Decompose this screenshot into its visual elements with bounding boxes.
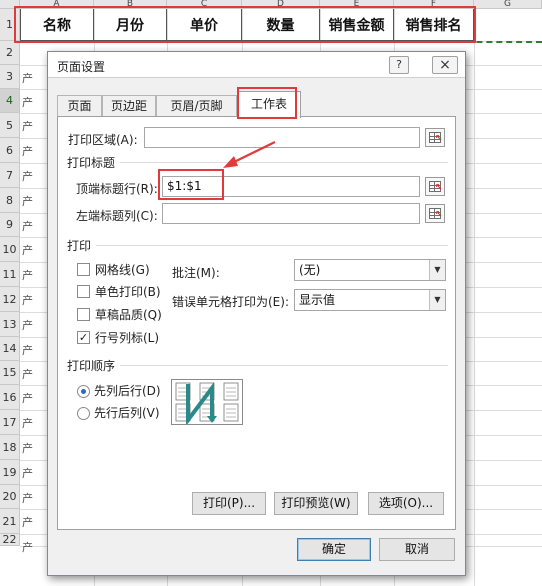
row-header-9[interactable]: 9 [0,213,20,237]
row-header-17[interactable]: 17 [0,410,20,435]
close-button[interactable]: × [432,56,458,74]
row-col-headings-label: 行号列标(L) [95,331,160,345]
row-header-20[interactable]: 20 [0,485,20,509]
left-cols-picker-button[interactable]: ↖ [425,204,445,223]
cell-fragment: 产 [22,319,33,332]
over-then-down-label: 先行后列(V) [94,406,160,420]
down-then-over-label: 先列后行(D) [94,384,161,398]
page-order-preview [171,379,243,426]
checkmark-icon: ✓ [78,331,89,344]
row-header-14[interactable]: 14 [0,337,20,361]
left-cols-input[interactable] [162,203,420,224]
row-header-19[interactable]: 19 [0,460,20,485]
draft-quality-checkbox[interactable] [77,308,90,321]
divider [120,162,448,163]
cell-fragment: 产 [22,417,33,430]
comments-select[interactable]: (无) ▼ [294,259,446,281]
gridlines-label: 网格线(G) [95,263,150,277]
row-header-4[interactable]: 4 [0,89,20,113]
cell-fragment: 产 [22,294,33,307]
row-col-headings-checkbox[interactable]: ✓ [77,331,90,344]
cell-fragment: 产 [22,516,33,529]
left-cols-label: 左端标题列(C): [76,209,158,223]
comments-value: (无) [299,263,321,277]
top-rows-label: 顶端标题行(R): [76,182,158,196]
cell-fragment: 产 [22,269,33,282]
row-header-15[interactable]: 15 [0,361,20,385]
row-header-13[interactable]: 13 [0,312,20,337]
tab-page[interactable]: 页面 [57,95,102,117]
print-area-label: 打印区域(A): [68,133,138,147]
cell-fragment: 产 [22,220,33,233]
divider [120,365,448,366]
cell-fragment: 产 [22,120,33,133]
errors-label: 错误单元格打印为(E): [172,295,289,309]
row-header-7[interactable]: 7 [0,163,20,188]
ok-button[interactable]: 确定 [297,538,371,561]
row-header-10[interactable]: 10 [0,237,20,262]
tab-margins[interactable]: 页边距 [102,95,156,117]
black-white-checkbox[interactable] [77,285,90,298]
cancel-button[interactable]: 取消 [379,538,455,561]
print-area-picker-button[interactable]: ↖ [425,128,445,147]
errors-select[interactable]: 显示值 ▼ [294,289,446,311]
row-header-8[interactable]: 8 [0,188,20,213]
comments-label: 批注(M): [172,266,220,280]
header-row-highlight [14,6,476,43]
row-header-5[interactable]: 5 [0,113,20,138]
row-header-21[interactable]: 21 [0,509,20,534]
cell-fragment: 产 [22,145,33,158]
row-header-6[interactable]: 6 [0,138,20,163]
cell-fragment: 产 [22,492,33,505]
page-order-heading: 打印顺序 [67,359,116,373]
top-rows-highlight [158,169,224,200]
row-header-12[interactable]: 12 [0,287,20,312]
page-setup-dialog: 页面设置 ? × 页面 页边距 页眉/页脚 工作表 打印区域(A): ↖ 打印标… [47,51,466,576]
cell-fragment: 产 [22,72,33,85]
tab-sheet-highlight [237,87,297,119]
dropdown-arrow-icon[interactable]: ▼ [429,260,445,280]
cell-fragment: 产 [22,442,33,455]
print-heading: 打印 [67,239,92,253]
arrow-icon: ↖ [435,183,443,193]
errors-value: 显示值 [299,293,336,307]
dialog-titlebar[interactable]: 页面设置 ? × [48,52,465,78]
print-button[interactable]: 打印(P)... [192,492,266,515]
top-rows-picker-button[interactable]: ↖ [425,177,445,196]
cell-fragment: 产 [22,244,33,257]
over-then-down-radio[interactable] [77,407,90,420]
arrow-icon: ↖ [435,210,443,220]
print-titles-heading: 打印标题 [67,156,116,170]
cell-fragment: 产 [22,368,33,381]
options-button[interactable]: 选项(O)... [368,492,444,515]
gridline [474,9,475,586]
page-order-diagram-icon [175,382,239,426]
help-button[interactable]: ? [389,56,409,74]
row-header-11[interactable]: 11 [0,262,20,287]
column-header-g[interactable]: G [474,0,542,9]
cell-fragment: 产 [22,467,33,480]
arrow-icon: ↖ [435,134,443,144]
row-header-3[interactable]: 3 [0,65,20,89]
cell-fragment: 产 [22,195,33,208]
down-then-over-radio[interactable] [77,385,90,398]
row-header-22[interactable]: 22 [0,533,20,546]
print-area-input[interactable] [144,127,420,148]
tab-header-footer[interactable]: 页眉/页脚 [156,95,237,117]
gridlines-checkbox[interactable] [77,263,90,276]
cell-fragment: 产 [22,392,33,405]
dropdown-arrow-icon[interactable]: ▼ [429,290,445,310]
row-header-18[interactable]: 18 [0,435,20,460]
divider [96,245,448,246]
dialog-title: 页面设置 [57,60,106,74]
print-preview-button[interactable]: 打印预览(W) [274,492,358,515]
draft-quality-label: 草稿品质(Q) [95,308,162,322]
black-white-label: 单色打印(B) [95,285,161,299]
cell-fragment: 产 [22,170,33,183]
cell-fragment: 产 [22,96,33,109]
cell-fragment: 产 [22,344,33,357]
row-header-16[interactable]: 16 [0,385,20,410]
row-header-2[interactable]: 2 [0,41,20,65]
cell-fragment: 产 [22,541,33,554]
